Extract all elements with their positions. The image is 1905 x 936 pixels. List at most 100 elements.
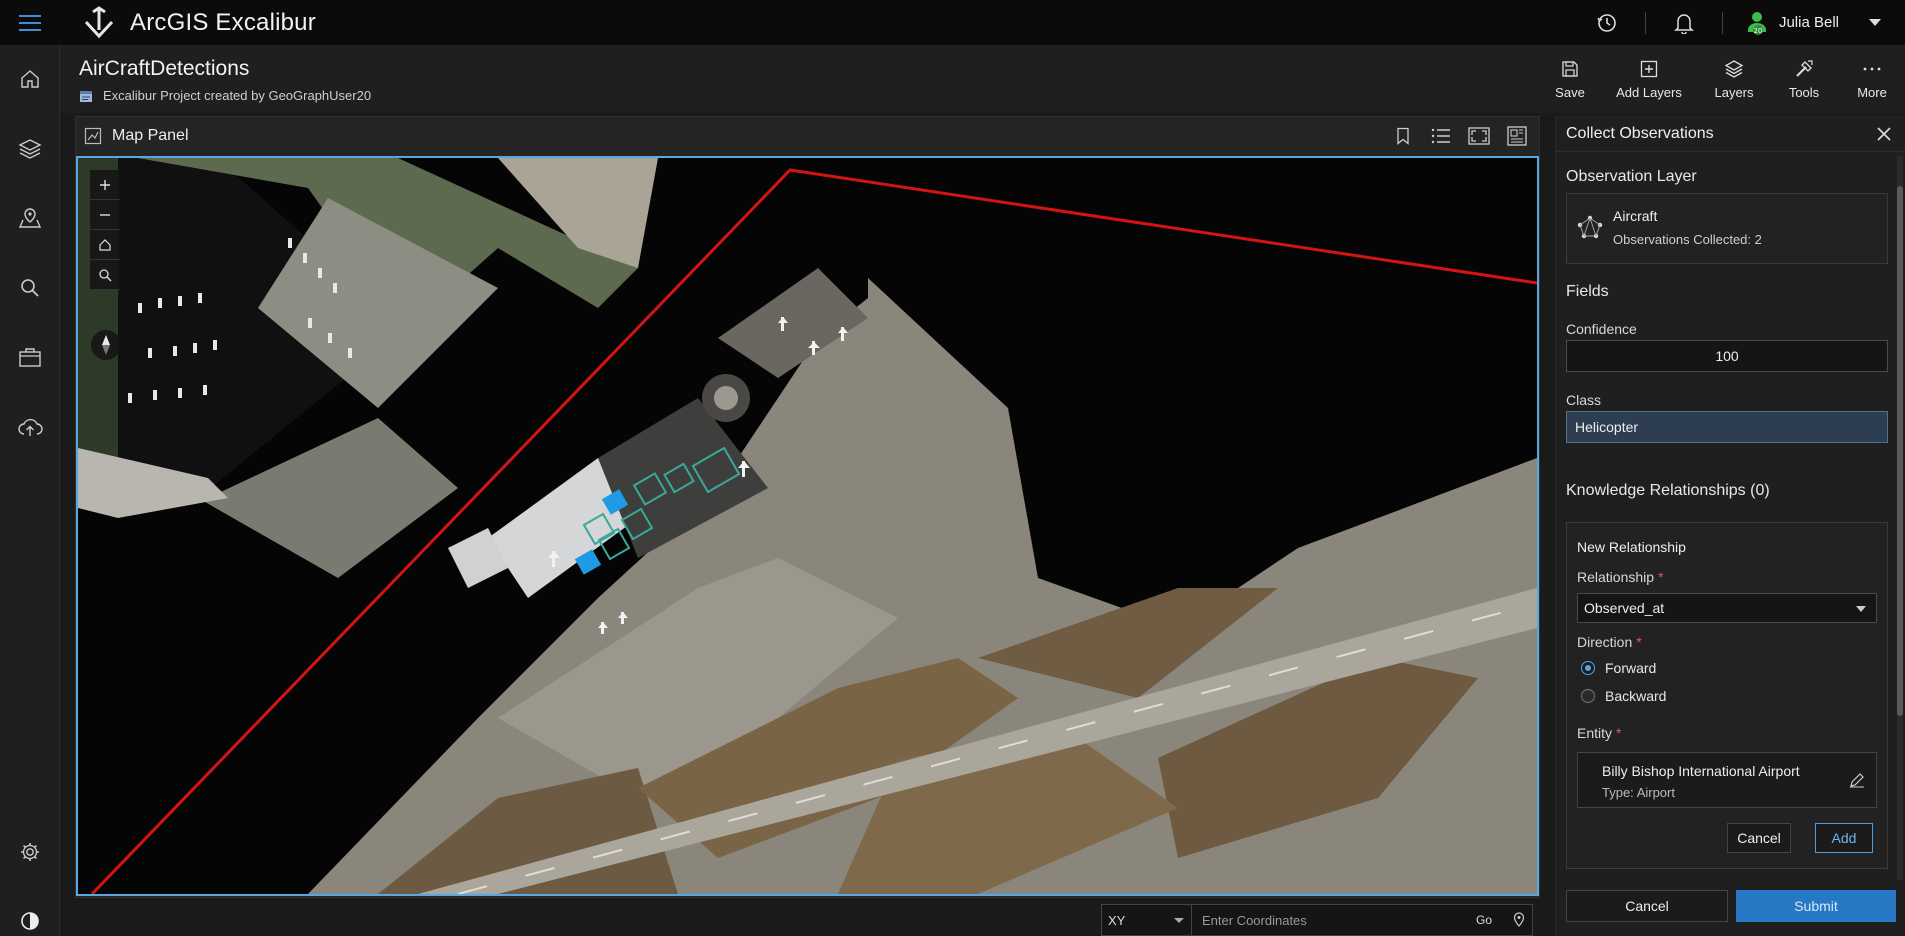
relationship-cancel-button[interactable]: Cancel [1727, 823, 1791, 853]
relationship-select[interactable]: Observed_at [1577, 593, 1877, 623]
zoom-in-button[interactable] [90, 170, 120, 200]
observations-collected: Observations Collected: 2 [1613, 232, 1762, 247]
map-panel-title: Map Panel [112, 127, 189, 144]
chevron-down-icon [1174, 918, 1184, 923]
cancel-button[interactable]: Cancel [1566, 890, 1728, 922]
satellite-imagery[interactable] [78, 158, 1537, 894]
coordinate-type-select[interactable]: XY [1102, 905, 1192, 935]
direction-label: Direction * [1577, 634, 1642, 650]
theme-contrast-icon[interactable] [0, 899, 60, 936]
direction-backward-radio[interactable]: Backward [1581, 688, 1666, 704]
observation-layer-name: Aircraft [1613, 208, 1658, 224]
project-title: AirCraftDetections [79, 57, 250, 80]
home-extent-button[interactable] [90, 230, 120, 260]
knowledge-relationships-heading: Knowledge Relationships (0) [1566, 482, 1770, 499]
tools-icon [1796, 60, 1813, 77]
map-pin-icon[interactable] [0, 196, 60, 240]
new-relationship-card: New Relationship Relationship * Observed_… [1566, 522, 1888, 869]
required-mark: * [1636, 634, 1642, 650]
chevron-down-icon[interactable] [1869, 19, 1881, 26]
fullscreen-icon[interactable] [1465, 122, 1493, 150]
location-pin-icon[interactable] [1506, 905, 1532, 935]
relationship-label-text: Relationship [1577, 569, 1655, 585]
user-menu[interactable]: 20 Julia Bell [1739, 10, 1905, 36]
zoom-out-button[interactable] [90, 200, 120, 230]
project-icon [80, 90, 92, 102]
class-select[interactable]: Helicopter [1566, 411, 1888, 443]
gear-icon[interactable] [0, 830, 60, 874]
map-view[interactable] [76, 156, 1539, 896]
collect-observations-panel: Collect Observations Observation Layer A… [1555, 116, 1905, 936]
direction-backward-label: Backward [1605, 688, 1667, 704]
toolbar-divider [1644, 11, 1646, 34]
search-icon[interactable] [0, 266, 60, 310]
panel-content: Observation Layer Aircraft Observations … [1556, 152, 1896, 882]
relationship-value: Observed_at [1584, 600, 1665, 616]
more-button[interactable]: More [1839, 45, 1905, 113]
map-panel-icon [84, 127, 102, 145]
coordinate-type-value: XY [1108, 912, 1126, 928]
layers-icon [1724, 60, 1744, 78]
user-name: Julia Bell [1778, 14, 1839, 31]
submit-button[interactable]: Submit [1736, 890, 1896, 922]
confidence-label: Confidence [1566, 321, 1637, 337]
overview-map-icon[interactable] [1503, 122, 1531, 150]
save-icon [1562, 61, 1578, 77]
upload-cloud-icon[interactable] [0, 405, 60, 449]
entity-label-text: Entity [1577, 725, 1613, 741]
panel-header: Collect Observations [1556, 116, 1905, 152]
top-bar: ArcGIS Excalibur 20 Julia Bell [0, 0, 1905, 45]
pencil-icon[interactable] [1848, 771, 1866, 789]
radio-selected-icon [1581, 661, 1595, 675]
app-name: ArcGIS Excalibur [130, 8, 316, 36]
scrollbar-thumb[interactable] [1897, 186, 1903, 716]
relationship-add-button[interactable]: Add [1815, 823, 1873, 853]
entity-label: Entity * [1577, 725, 1621, 741]
menu-icon[interactable] [0, 0, 60, 45]
direction-forward-radio[interactable]: Forward [1581, 660, 1656, 676]
user-avatar-icon: 20 [1747, 11, 1766, 35]
coordinate-input[interactable]: Enter Coordinates [1192, 905, 1476, 935]
observation-layer-card[interactable]: Aircraft Observations Collected: 2 [1566, 193, 1888, 264]
bookmark-icon[interactable] [1389, 122, 1417, 150]
go-button[interactable]: Go [1476, 905, 1506, 935]
radio-unselected-icon [1581, 689, 1595, 703]
project-subtitle: Excalibur Project created by GeoGraphUse… [79, 88, 371, 103]
map-panel: Map Panel [75, 116, 1540, 898]
project-toolbar: Save Add Layers Layers Tools More [1541, 45, 1905, 113]
save-label: Save [1555, 85, 1585, 100]
relationship-label: Relationship * [1577, 569, 1664, 585]
save-button[interactable]: Save [1541, 45, 1599, 113]
layers-icon[interactable] [0, 126, 60, 170]
direction-label-text: Direction [1577, 634, 1633, 650]
required-mark: * [1616, 725, 1622, 741]
feature-layer-icon [1577, 215, 1603, 239]
compass-icon[interactable] [91, 330, 121, 360]
tools-button[interactable]: Tools [1769, 45, 1839, 113]
project-header: AirCraftDetections Excalibur Project cre… [60, 45, 1905, 113]
panel-scrollbar[interactable] [1897, 156, 1903, 880]
observation-layer-heading: Observation Layer [1566, 168, 1697, 185]
history-icon[interactable] [1585, 0, 1629, 45]
class-label: Class [1566, 392, 1602, 408]
home-icon[interactable] [0, 57, 60, 101]
project-subtitle-text: Excalibur Project created by GeoGraphUse… [103, 88, 372, 103]
briefcase-icon[interactable] [0, 335, 60, 379]
confidence-input[interactable]: 100 [1566, 340, 1888, 372]
more-dots-icon [1863, 67, 1881, 71]
fields-heading: Fields [1566, 283, 1609, 300]
layers-button[interactable]: Layers [1699, 45, 1769, 113]
excalibur-logo-icon [84, 5, 114, 38]
coordinate-search-bar: XY Enter Coordinates Go [1101, 904, 1533, 936]
chevron-down-icon [1856, 606, 1866, 612]
new-relationship-title: New Relationship [1577, 539, 1686, 555]
map-panel-header: Map Panel [76, 117, 1539, 155]
list-icon[interactable] [1427, 122, 1455, 150]
close-icon[interactable] [1876, 126, 1892, 142]
toolbar-divider [1721, 11, 1723, 34]
notifications-icon[interactable] [1662, 0, 1706, 45]
add-layers-button[interactable]: Add Layers [1599, 45, 1699, 113]
map-zoom-controls [90, 170, 120, 290]
map-search-button[interactable] [90, 260, 120, 290]
entity-card[interactable]: Billy Bishop International Airport Type:… [1577, 752, 1877, 808]
